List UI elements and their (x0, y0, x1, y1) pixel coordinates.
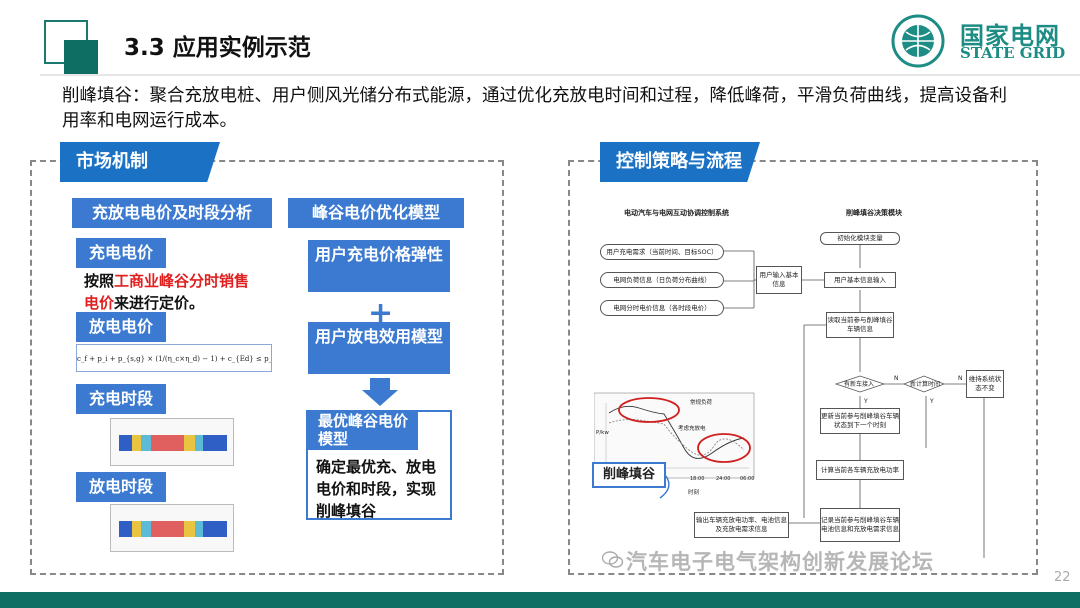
watermark-text: 汽车电子电气架构创新发展论坛 (626, 550, 934, 574)
peak-valley-model-header: 峰谷电价优化模型 (288, 198, 464, 228)
output-charge-power: 输出车辆充放电功率、电池信息及充放电需求信息 (694, 512, 789, 538)
compute-charge-power: 计算当前各车辆充放电功率 (816, 460, 904, 480)
input-grid-load: 电网负荷信息（日负荷分布曲线） (600, 272, 724, 288)
intro-text: 削峰填谷：聚合充放电桩、用户侧风光储分布式能源，通过优化充放电时间和过程，降低峰… (62, 86, 1007, 131)
control-strategy-tag: 控制策略与流程 (600, 142, 760, 182)
peak-shaving-callout: 削峰填谷 (592, 462, 666, 488)
discharge-price-formula: c_f + p_i + p_{s,g} × (1/(η_c×η_d) − 1) … (76, 344, 272, 372)
user-input-basic-info: 用户输入基本信息 (756, 266, 802, 294)
control-flow-diagram: 电动汽车与电网互动协调控制系统 削峰填谷决策模块 用户充电需求（当前时间、目标S… (594, 198, 1024, 570)
wechat-icon (602, 551, 624, 568)
chart-xlabel: 时刻 (688, 490, 700, 496)
decision-new-period: 新计算时间 (910, 381, 941, 388)
label-y-2: Y (930, 398, 934, 405)
page-number: 22 (1054, 570, 1071, 585)
user-charge-elasticity-box: 用户充电价格弹性 (308, 240, 450, 292)
read-vehicle-info: 读取当前参与削峰填谷车辆信息 (826, 312, 894, 338)
footer-bar (0, 592, 1080, 608)
user-info-input: 用户基本信息输入 (824, 272, 896, 288)
diagram-title-left: 电动汽车与电网互动协调控制系统 (624, 209, 729, 217)
chart-x-tick-2: 24:00 (716, 476, 731, 482)
corner-decoration-fill (64, 40, 98, 74)
charge-discharge-price-header: 充放电电价及时段分析 (72, 198, 272, 228)
page-title: 3.3 应用实例示范 (124, 35, 311, 61)
charge-price-desc: 按照工商业峰谷分时销售电价来进行定价。 (84, 272, 250, 312)
optimal-model-desc: 确定最优充、放电电价和时段，实现削峰填谷 (316, 458, 437, 520)
header-divider (40, 74, 1080, 76)
chart-ylabel: P/kw (596, 430, 609, 436)
label-n-1: N (894, 375, 899, 382)
label-y-1: Y (864, 398, 868, 405)
chart-legend-normal: 常规负荷 (690, 400, 713, 406)
update-vehicle-state: 更新当前参与削峰填谷车辆状态到下一个时刻 (820, 408, 900, 434)
init-variables: 初始化模块变量 (820, 232, 900, 245)
arrow-down-icon (362, 378, 398, 406)
charge-period-label: 充电时段 (76, 384, 166, 414)
chart-legend-ev: 考虑充放电 (678, 426, 706, 432)
discharge-period-label: 放电时段 (76, 472, 166, 502)
decision-new-car: 有新车接入 (844, 381, 875, 388)
discharge-period-timebar (110, 504, 234, 552)
optimal-model-label: 最优峰谷电价模型 (308, 410, 418, 450)
label-n-2: N (958, 375, 963, 382)
charge-period-timebar (110, 418, 234, 466)
charge-price-label: 充电电价 (76, 238, 166, 268)
input-user-demand: 用户充电需求（当前时间、目标SOC） (600, 244, 724, 260)
keep-system-state: 维持系统状态不变 (966, 370, 1004, 398)
user-discharge-model-box: 用户放电效用模型 (308, 322, 450, 374)
discharge-price-label: 放电电价 (76, 312, 166, 342)
chart-x-tick-3: 06:00 (740, 476, 755, 482)
diagram-title-right: 削峰填谷决策模块 (846, 209, 902, 217)
input-tou-price: 电网分时电价信息（各时段电价） (600, 300, 724, 316)
market-mechanism-tag: 市场机制 (60, 142, 220, 182)
chart-x-tick-1: 18:00 (690, 476, 705, 482)
record-battery-info: 记录当前参与削峰填谷车辆电池信息和充放电需求信息 (820, 508, 900, 542)
logo-name-en: STATE GRID (960, 44, 1066, 62)
